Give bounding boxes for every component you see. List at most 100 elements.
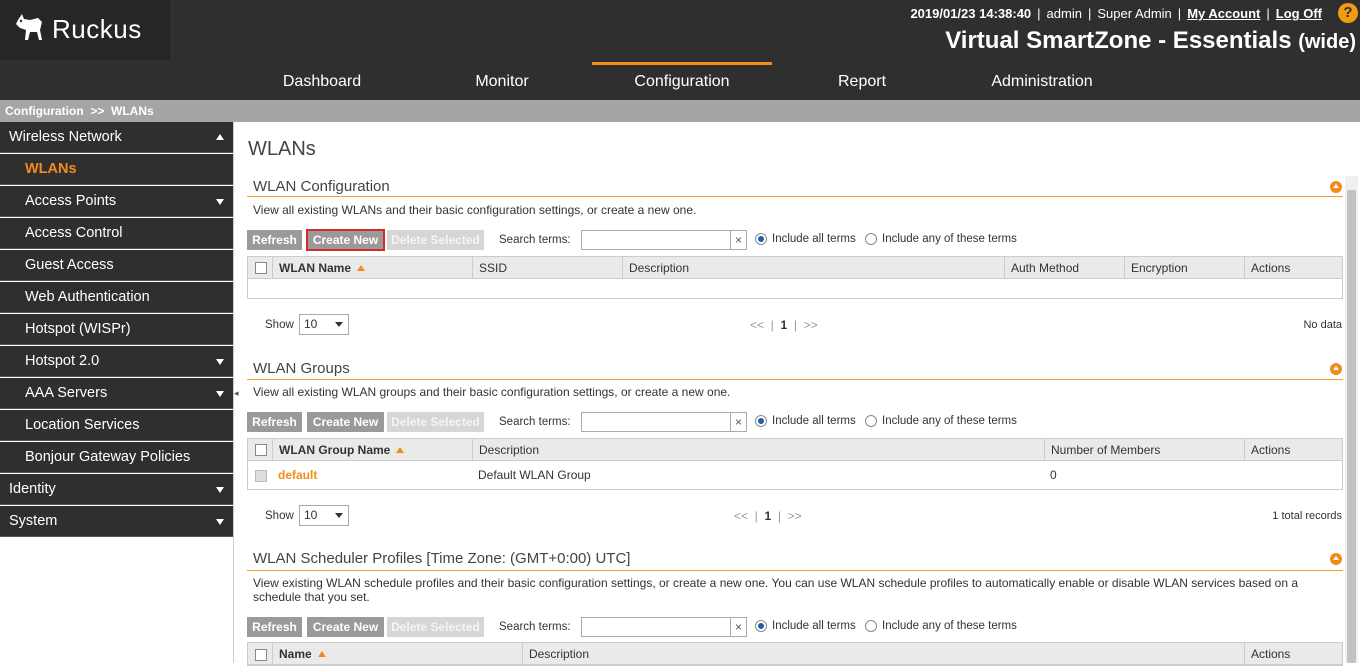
column-wlan-group-name[interactable]: WLAN Group Name: [272, 439, 472, 461]
my-account-link[interactable]: My Account: [1181, 6, 1266, 21]
column-encryption[interactable]: Encryption: [1124, 257, 1244, 279]
chevron-down-icon: [216, 359, 224, 365]
sidebar-item-hotspot-wispr[interactable]: Hotspot (WISPr): [0, 314, 233, 345]
clear-search-icon[interactable]: ×: [730, 618, 746, 636]
page-size-select[interactable]: 10: [299, 505, 349, 526]
delete-selected-button[interactable]: Delete Selected: [387, 617, 484, 637]
sidebar-item-web-authentication[interactable]: Web Authentication: [0, 282, 233, 313]
include-any-label: Include any of these terms: [882, 415, 1017, 427]
refresh-button[interactable]: Refresh: [247, 412, 302, 432]
column-label: WLAN Group Name: [279, 443, 391, 457]
sidebar-item-system[interactable]: System: [0, 506, 233, 537]
breadcrumb-root[interactable]: Configuration: [5, 104, 84, 118]
chevron-down-icon: [216, 487, 224, 493]
search-terms-label: Search terms:: [499, 621, 571, 633]
sidebar-item-label: Hotspot 2.0: [25, 353, 100, 369]
column-wlan-name[interactable]: WLAN Name: [272, 257, 472, 279]
column-auth-method[interactable]: Auth Method: [1004, 257, 1124, 279]
current-page: 1: [764, 509, 772, 523]
page-title: WLANs: [248, 138, 316, 160]
wlan-group-name-link[interactable]: default: [278, 463, 317, 487]
column-description[interactable]: Description: [522, 643, 1244, 665]
search-terms-label: Search terms:: [499, 234, 571, 246]
search-input[interactable]: ×: [581, 230, 747, 250]
collapse-section-icon[interactable]: [1330, 181, 1342, 193]
sidebar-item-identity[interactable]: Identity: [0, 474, 233, 505]
include-any-radio[interactable]: [865, 415, 877, 427]
prev-page-button[interactable]: <<: [734, 509, 748, 523]
pagination: << | 1 | >>: [734, 509, 802, 523]
column-ssid[interactable]: SSID: [472, 257, 622, 279]
chevron-down-icon: [335, 513, 343, 518]
search-input[interactable]: ×: [581, 412, 747, 432]
product-name: Virtual SmartZone - Essentials: [945, 27, 1292, 54]
tab-dashboard[interactable]: Dashboard: [232, 62, 412, 100]
clear-search-icon[interactable]: ×: [730, 231, 746, 249]
select-all-checkbox[interactable]: [255, 649, 267, 661]
page-size-select[interactable]: 10: [299, 314, 349, 335]
logo-text: Ruckus: [52, 14, 142, 44]
sidebar-item-access-points[interactable]: Access Points: [0, 186, 233, 217]
include-all-radio[interactable]: [755, 620, 767, 632]
sidebar-item-location-services[interactable]: Location Services: [0, 410, 233, 441]
sidebar-item-wlans[interactable]: WLANs: [0, 154, 233, 185]
section-description: View existing WLAN schedule profiles and…: [253, 576, 1299, 604]
create-new-button[interactable]: Create New: [306, 229, 385, 251]
show-label: Show: [265, 510, 294, 522]
table-header: WLAN Name SSID Description Auth Method E…: [248, 257, 1342, 279]
sidebar-item-access-control[interactable]: Access Control: [0, 218, 233, 249]
search-terms-label: Search terms:: [499, 416, 571, 428]
section-description: View all existing WLAN groups and their …: [253, 385, 731, 399]
prev-page-button[interactable]: <<: [750, 318, 764, 332]
sidebar-item-aaa-servers[interactable]: AAA Servers: [0, 378, 233, 409]
tab-report[interactable]: Report: [772, 62, 952, 100]
select-all-checkbox[interactable]: [255, 262, 267, 274]
column-number-of-members[interactable]: Number of Members: [1044, 439, 1244, 461]
tab-administration[interactable]: Administration: [952, 62, 1132, 100]
clear-search-icon[interactable]: ×: [730, 413, 746, 431]
column-name[interactable]: Name: [272, 643, 522, 665]
sidebar-item-hotspot-2[interactable]: Hotspot 2.0: [0, 346, 233, 377]
product-title: Virtual SmartZone - Essentials (wide): [945, 27, 1356, 55]
main-nav: Dashboard Monitor Configuration Report A…: [0, 62, 1360, 100]
include-all-radio[interactable]: [755, 415, 767, 427]
help-icon[interactable]: ?: [1338, 3, 1358, 23]
create-new-button[interactable]: Create New: [307, 412, 384, 432]
table-row[interactable]: default Default WLAN Group 0: [248, 462, 1342, 488]
chevron-down-icon: [216, 391, 224, 397]
refresh-button[interactable]: Refresh: [247, 230, 302, 250]
table-header: WLAN Group Name Description Number of Me…: [248, 439, 1342, 461]
sidebar-item-label: Access Points: [25, 193, 117, 209]
select-all-checkbox[interactable]: [255, 444, 267, 456]
delete-selected-button[interactable]: Delete Selected: [387, 230, 484, 250]
column-actions: Actions: [1244, 439, 1342, 461]
record-info: 1 total records: [1272, 510, 1342, 522]
sidebar-item-label: Bonjour Gateway Policies: [25, 449, 191, 465]
sidebar-item-bonjour-gateway[interactable]: Bonjour Gateway Policies: [0, 442, 233, 473]
next-page-button[interactable]: >>: [788, 509, 802, 523]
section-title-wlan-config: WLAN Configuration: [253, 178, 390, 195]
collapse-section-icon[interactable]: [1330, 363, 1342, 375]
top-header: Ruckus 2019/01/23 14:38:40 | admin | Sup…: [0, 0, 1360, 62]
log-off-link[interactable]: Log Off: [1270, 6, 1328, 21]
include-any-radio[interactable]: [865, 620, 877, 632]
next-page-button[interactable]: >>: [804, 318, 818, 332]
refresh-button[interactable]: Refresh: [247, 617, 302, 637]
tab-configuration[interactable]: Configuration: [592, 62, 772, 100]
sidebar-item-guest-access[interactable]: Guest Access: [0, 250, 233, 281]
section-title-scheduler: WLAN Scheduler Profiles [Time Zone: (GMT…: [253, 550, 631, 567]
include-any-radio[interactable]: [865, 233, 877, 245]
column-description[interactable]: Description: [622, 257, 1004, 279]
chevron-down-icon: [216, 199, 224, 205]
include-all-radio[interactable]: [755, 233, 767, 245]
column-description[interactable]: Description: [472, 439, 1044, 461]
sidebar-item-wireless-network[interactable]: Wireless Network: [0, 122, 233, 153]
collapse-section-icon[interactable]: [1330, 553, 1342, 565]
tab-monitor[interactable]: Monitor: [412, 62, 592, 100]
sidebar-item-label: WLANs: [25, 161, 77, 177]
delete-selected-button[interactable]: Delete Selected: [387, 412, 484, 432]
sidebar: Wireless Network WLANs Access Points Acc…: [0, 122, 234, 663]
search-input[interactable]: ×: [581, 617, 747, 637]
create-new-button[interactable]: Create New: [307, 617, 384, 637]
scrollbar-thumb[interactable]: [1347, 190, 1356, 663]
